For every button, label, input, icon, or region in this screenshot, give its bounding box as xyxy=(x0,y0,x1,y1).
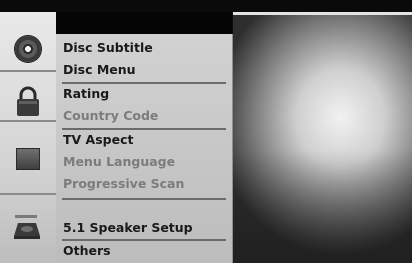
menu-item-disc-subtitle[interactable]: Disc Subtitle xyxy=(63,38,153,58)
top-bar xyxy=(0,0,412,12)
menu-item-disc-menu[interactable]: Disc Menu xyxy=(63,60,136,80)
icon-column-divider xyxy=(0,120,56,122)
menu-item-rating[interactable]: Rating xyxy=(63,84,109,104)
menu-title-strip xyxy=(56,12,232,34)
menu-panel: Disc Subtitle Disc Menu Rating Country C… xyxy=(56,34,233,263)
preview-top-strip xyxy=(233,12,412,15)
disc-icon[interactable] xyxy=(15,36,41,62)
speaker-icon-graphic xyxy=(14,215,40,239)
icon-column-divider xyxy=(0,70,56,72)
menu-item-others[interactable]: Others xyxy=(63,241,111,261)
menu-item-progressive-scan[interactable]: Progressive Scan xyxy=(63,174,184,194)
speaker-icon[interactable] xyxy=(12,211,42,241)
setup-menu-screen: Disc Subtitle Disc Menu Rating Country C… xyxy=(0,0,412,263)
tv-icon[interactable] xyxy=(16,148,40,170)
icon-column-divider xyxy=(0,193,56,195)
preview-bottom-shade xyxy=(233,150,412,263)
menu-item-menu-language[interactable]: Menu Language xyxy=(63,152,175,172)
menu-group-divider xyxy=(62,198,226,200)
menu-item-tv-aspect[interactable]: TV Aspect xyxy=(63,130,133,150)
lock-icon-graphic xyxy=(17,86,39,116)
menu-item-speaker-setup[interactable]: 5.1 Speaker Setup xyxy=(63,218,193,238)
menu-item-country-code[interactable]: Country Code xyxy=(63,106,158,126)
lock-icon[interactable] xyxy=(14,86,42,118)
